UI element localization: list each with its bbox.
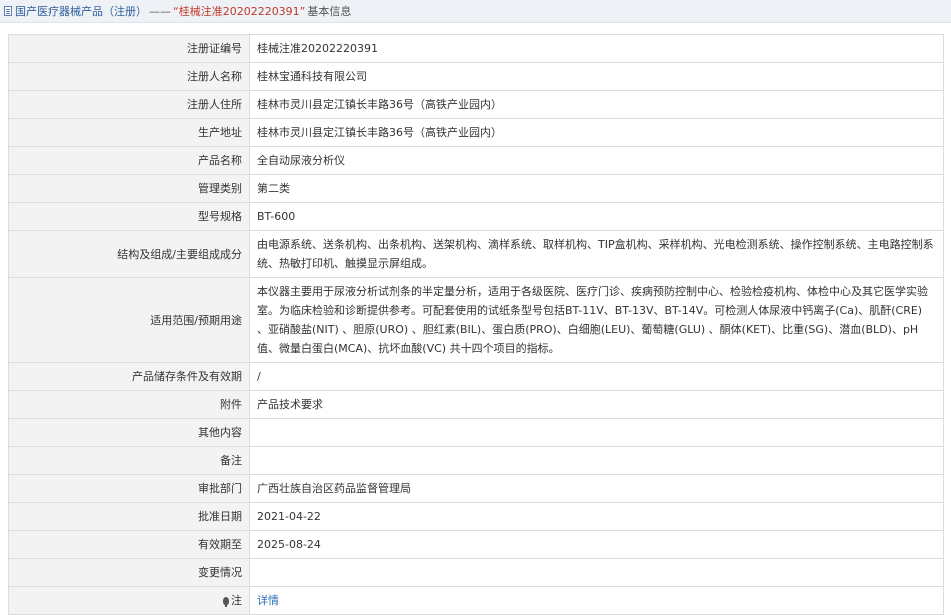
row-label: 其他内容 [8,418,250,447]
table-row: 管理类别 第二类 [8,174,944,203]
note-label-cell: 注 [8,586,250,615]
table-row: 注册人住所 桂林市灵川县定江镇长丰路36号（高铁产业园内） [8,90,944,119]
table-row: 适用范围/预期用途 本仪器主要用于尿液分析试剂条的半定量分析，适用于各级医院、医… [8,277,944,363]
row-label: 注册人住所 [8,90,250,119]
note-row: 注 详情 [8,586,944,615]
table-row: 结构及组成/主要组成成分 由电源系统、送条机构、出条机构、送架机构、滴样系统、取… [8,230,944,278]
row-value: 由电源系统、送条机构、出条机构、送架机构、滴样系统、取样机构、TIP盒机构、采样… [249,230,944,278]
row-value: 桂林宝通科技有限公司 [249,62,944,91]
row-label: 生产地址 [8,118,250,147]
note-value-cell: 详情 [249,586,944,615]
table-row: 产品储存条件及有效期 / [8,362,944,391]
breadcrumb-root[interactable]: 国产医疗器械产品（注册） [15,3,147,19]
table-row: 有效期至 2025-08-24 [8,530,944,559]
row-label: 产品名称 [8,146,250,175]
table-row: 型号规格 BT-600 [8,202,944,231]
table-row: 附件 产品技术要求 [8,390,944,419]
row-label: 有效期至 [8,530,250,559]
row-label: 批准日期 [8,502,250,531]
row-value: 桂林市灵川县定江镇长丰路36号（高铁产业园内） [249,118,944,147]
row-value: 桂械注准20202220391 [249,34,944,63]
row-value [249,418,944,447]
table-row: 注册人名称 桂林宝通科技有限公司 [8,62,944,91]
row-value: 广西壮族自治区药品监督管理局 [249,474,944,503]
row-value: 全自动尿液分析仪 [249,146,944,175]
row-value: 2021-04-22 [249,502,944,531]
table-row: 审批部门 广西壮族自治区药品监督管理局 [8,474,944,503]
row-label: 适用范围/预期用途 [8,277,250,363]
breadcrumb-current: “桂械注准20202220391” [173,5,306,18]
row-label: 审批部门 [8,474,250,503]
row-label: 管理类别 [8,174,250,203]
row-value: 产品技术要求 [249,390,944,419]
pin-icon [223,597,229,607]
details-link[interactable]: 详情 [257,594,279,607]
row-value: 本仪器主要用于尿液分析试剂条的半定量分析，适用于各级医院、医疗门诊、疾病预防控制… [249,277,944,363]
row-value: 2025-08-24 [249,530,944,559]
row-value: / [249,362,944,391]
row-label: 附件 [8,390,250,419]
row-label: 变更情况 [8,558,250,587]
note-label: 注 [231,594,242,607]
document-icon [4,6,12,16]
row-value [249,558,944,587]
table-row: 注册证编号 桂械注准20202220391 [8,34,944,63]
breadcrumb: 国产医疗器械产品（注册） —— “桂械注准20202220391” 基本信息 [0,0,951,23]
table-row: 生产地址 桂林市灵川县定江镇长丰路36号（高铁产业园内） [8,118,944,147]
table-row: 批准日期 2021-04-22 [8,502,944,531]
table-row: 备注 [8,446,944,475]
row-label: 备注 [8,446,250,475]
row-label: 注册证编号 [8,34,250,63]
info-table: 注册证编号 桂械注准20202220391 注册人名称 桂林宝通科技有限公司 注… [8,34,944,615]
row-value: BT-600 [249,202,944,231]
table-row: 产品名称 全自动尿液分析仪 [8,146,944,175]
row-label: 产品储存条件及有效期 [8,362,250,391]
breadcrumb-suffix: 基本信息 [307,5,352,18]
row-value: 第二类 [249,174,944,203]
table-row: 变更情况 [8,558,944,587]
row-value [249,446,944,475]
table-row: 其他内容 [8,418,944,447]
row-label: 结构及组成/主要组成成分 [8,230,250,278]
breadcrumb-separator: —— [149,4,171,18]
row-label: 型号规格 [8,202,250,231]
row-value: 桂林市灵川县定江镇长丰路36号（高铁产业园内） [249,90,944,119]
row-label: 注册人名称 [8,62,250,91]
